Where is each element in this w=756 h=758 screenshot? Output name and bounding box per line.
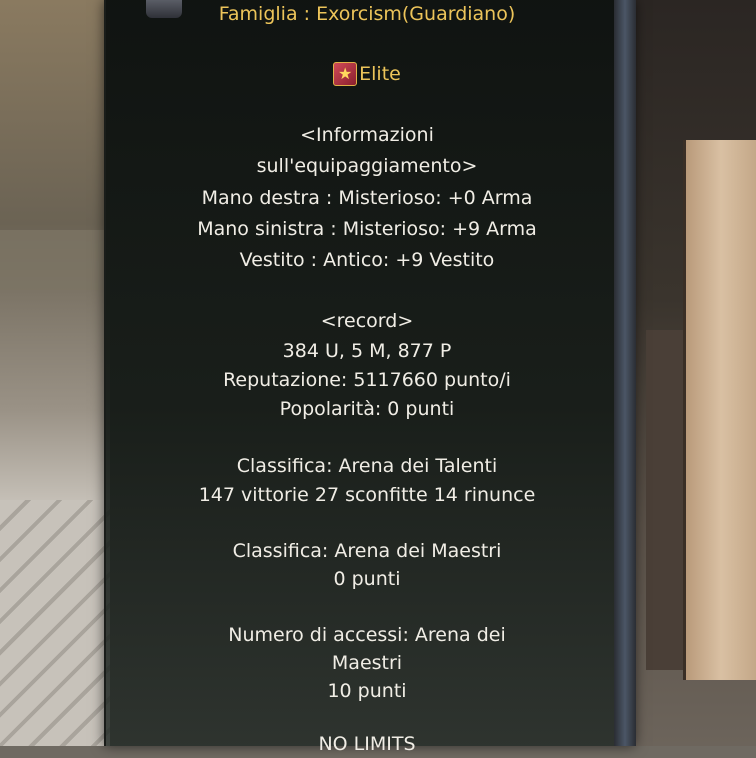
master-arena-points: 0 punti — [333, 568, 401, 590]
access-count-line-1: Numero di accessi: Arena dei — [228, 624, 506, 646]
reputation: Reputazione: 5117660 punto/i — [223, 369, 511, 391]
equipment-header-1: <Informazioni — [300, 124, 434, 146]
clothing-item: Vestito : Antico: +9 Vestito — [239, 249, 495, 271]
right-hand-item: Mano destra : Misterioso: +0 Arma — [201, 187, 533, 209]
equipment-header-2: sull'equipaggiamento> — [256, 155, 478, 177]
star-badge-icon: ★ — [333, 62, 358, 86]
footer-text: NO LIMITS — [318, 733, 416, 755]
record-header: <record> — [320, 310, 414, 332]
popularity: Popolarità: 0 punti — [279, 398, 455, 420]
background-right-wall — [683, 140, 756, 680]
access-count-points: 10 punti — [327, 680, 407, 702]
talent-arena-stats: 147 vittorie 27 sconfitte 14 rinunce — [198, 484, 536, 506]
master-arena-title: Classifica: Arena dei Maestri — [232, 540, 502, 562]
talent-arena-title: Classifica: Arena dei Talenti — [236, 455, 498, 477]
family-line: Famiglia : Exorcism(Guardiano) — [218, 3, 516, 25]
record-kills: 384 U, 5 M, 877 P — [282, 340, 452, 362]
background-left-wall — [0, 230, 110, 290]
elite-label: Elite — [359, 63, 401, 85]
background-floor-tiles — [0, 500, 110, 746]
access-count-line-2: Maestri — [331, 652, 403, 674]
elite-badge: ★ Elite — [104, 59, 630, 89]
left-hand-item: Mano sinistra : Misterioso: +9 Arma — [197, 218, 537, 240]
background-right-shadow — [646, 330, 686, 670]
